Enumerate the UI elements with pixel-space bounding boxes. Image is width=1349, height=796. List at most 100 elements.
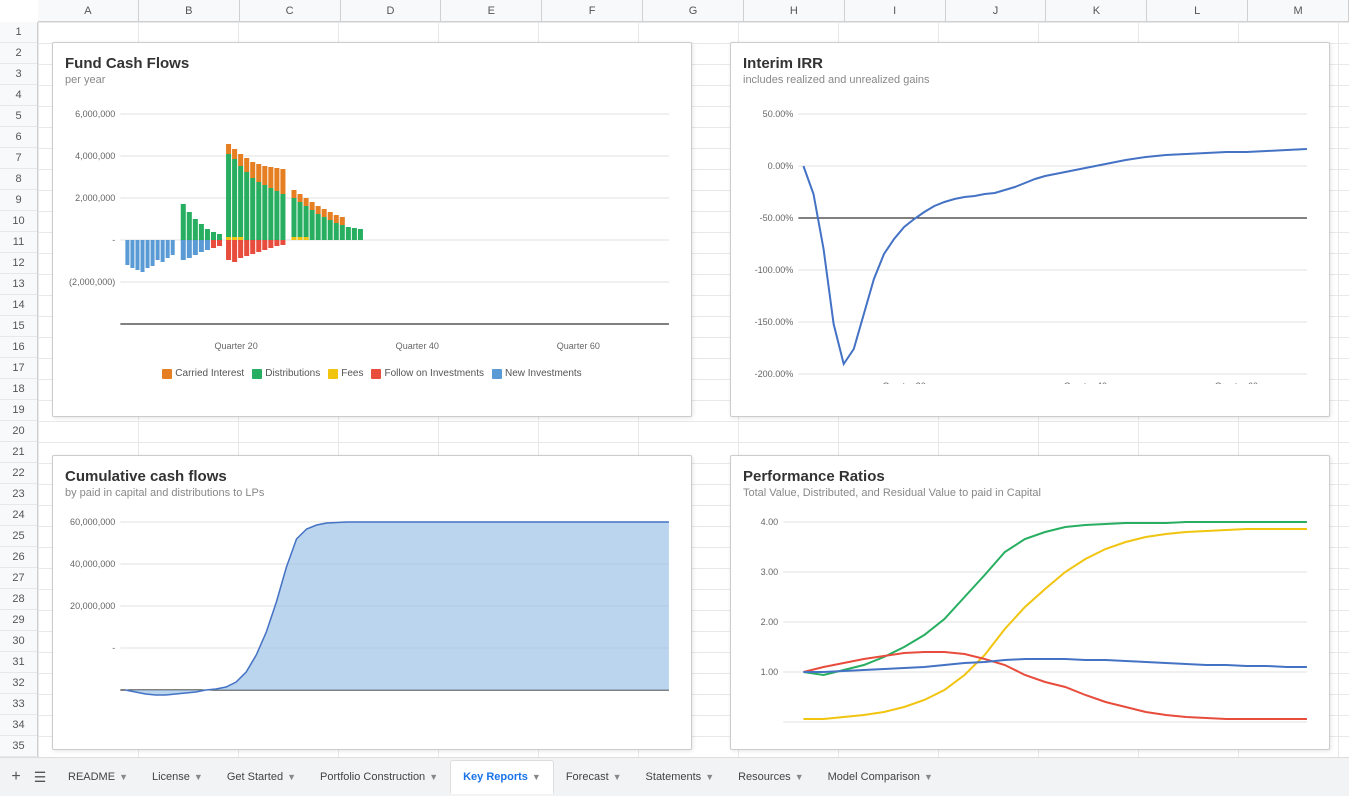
performance-ratios-chart: Performance Ratios Total Value, Distribu… bbox=[730, 455, 1330, 750]
svg-text:Quarter 60: Quarter 60 bbox=[557, 341, 600, 351]
row-27: 27 bbox=[0, 568, 37, 589]
tab-bar: + ☰ README ▼ License ▼ Get Started ▼ Por… bbox=[0, 757, 1349, 796]
row-13: 13 bbox=[0, 274, 37, 295]
perf-title: Performance Ratios bbox=[743, 468, 1317, 485]
row-11: 11 bbox=[0, 232, 37, 253]
tab-forecast-label: Forecast bbox=[566, 771, 609, 783]
col-a: A bbox=[38, 0, 139, 21]
tab-get-started-label: Get Started bbox=[227, 771, 283, 783]
row-4: 4 bbox=[0, 85, 37, 106]
row-32: 32 bbox=[0, 673, 37, 694]
tab-resources-label: Resources bbox=[738, 771, 791, 783]
row-28: 28 bbox=[0, 589, 37, 610]
legend-carried-interest-label: Carried Interest bbox=[175, 368, 244, 379]
tab-license-label: License bbox=[152, 771, 190, 783]
col-f: F bbox=[542, 0, 643, 21]
legend-follow-on-label: Follow on Investments bbox=[384, 368, 484, 379]
svg-text:-: - bbox=[112, 235, 115, 245]
add-sheet-button[interactable]: + bbox=[4, 765, 28, 789]
svg-text:-50.00%: -50.00% bbox=[760, 213, 794, 223]
row-17: 17 bbox=[0, 358, 37, 379]
row-26: 26 bbox=[0, 547, 37, 568]
row-35: 35 bbox=[0, 736, 37, 757]
svg-text:6,000,000: 6,000,000 bbox=[75, 109, 115, 119]
row-6: 6 bbox=[0, 127, 37, 148]
svg-text:1.00: 1.00 bbox=[761, 667, 779, 677]
row-29: 29 bbox=[0, 610, 37, 631]
tab-statements[interactable]: Statements ▼ bbox=[634, 760, 727, 794]
tab-model-comparison[interactable]: Model Comparison ▼ bbox=[816, 760, 945, 794]
column-headers: A B C D E F G H I J K L M bbox=[38, 0, 1349, 22]
spreadsheet: A B C D E F G H I J K L M 1 2 3 4 5 6 7 … bbox=[0, 0, 1349, 757]
col-k: K bbox=[1046, 0, 1147, 21]
svg-text:4.00: 4.00 bbox=[761, 517, 779, 527]
col-g: G bbox=[643, 0, 744, 21]
tab-portfolio-construction-label: Portfolio Construction bbox=[320, 771, 425, 783]
tab-key-reports[interactable]: Key Reports ▼ bbox=[450, 760, 554, 794]
svg-text:-100.00%: -100.00% bbox=[755, 265, 794, 275]
row-33: 33 bbox=[0, 694, 37, 715]
row-25: 25 bbox=[0, 526, 37, 547]
legend-fees-label: Fees bbox=[341, 368, 363, 379]
tab-license[interactable]: License ▼ bbox=[140, 760, 215, 794]
tab-readme[interactable]: README ▼ bbox=[56, 760, 140, 794]
legend-fees-color bbox=[328, 369, 338, 379]
tab-portfolio-construction[interactable]: Portfolio Construction ▼ bbox=[308, 760, 450, 794]
legend-distributions-color bbox=[252, 369, 262, 379]
row-12: 12 bbox=[0, 253, 37, 274]
cum-title: Cumulative cash flows bbox=[65, 468, 679, 485]
row-10: 10 bbox=[0, 211, 37, 232]
row-15: 15 bbox=[0, 316, 37, 337]
row-24: 24 bbox=[0, 505, 37, 526]
interim-irr-chart: Interim IRR includes realized and unreal… bbox=[730, 42, 1330, 417]
row-1: 1 bbox=[0, 22, 37, 43]
row-20: 20 bbox=[0, 421, 37, 442]
tab-forecast-arrow: ▼ bbox=[613, 772, 622, 782]
svg-text:50.00%: 50.00% bbox=[763, 109, 794, 119]
legend-distributions: Distributions bbox=[252, 368, 320, 379]
svg-text:2.00: 2.00 bbox=[761, 617, 779, 627]
svg-text:(2,000,000): (2,000,000) bbox=[69, 277, 115, 287]
row-21: 21 bbox=[0, 442, 37, 463]
legend-follow-on: Follow on Investments bbox=[371, 368, 484, 379]
tab-forecast[interactable]: Forecast ▼ bbox=[554, 760, 634, 794]
tab-resources-arrow: ▼ bbox=[795, 772, 804, 782]
fund-cash-flows-chart: Fund Cash Flows per year 6,000,000 4,000… bbox=[52, 42, 692, 417]
tab-statements-label: Statements bbox=[646, 771, 702, 783]
legend-distributions-label: Distributions bbox=[265, 368, 320, 379]
tab-model-comparison-label: Model Comparison bbox=[828, 771, 920, 783]
cum-subtitle: by paid in capital and distributions to … bbox=[65, 487, 679, 499]
legend-new-investments-label: New Investments bbox=[505, 368, 582, 379]
row-23: 23 bbox=[0, 484, 37, 505]
legend-new-investments-color bbox=[492, 369, 502, 379]
svg-text:2,000,000: 2,000,000 bbox=[75, 193, 115, 203]
row-9: 9 bbox=[0, 190, 37, 211]
svg-text:Quarter 40: Quarter 40 bbox=[396, 341, 439, 351]
fcf-title: Fund Cash Flows bbox=[65, 55, 679, 72]
svg-text:Quarter 40: Quarter 40 bbox=[1064, 381, 1107, 384]
row-34: 34 bbox=[0, 715, 37, 736]
legend-fees: Fees bbox=[328, 368, 363, 379]
row-22: 22 bbox=[0, 463, 37, 484]
svg-text:60,000,000: 60,000,000 bbox=[70, 517, 115, 527]
tab-resources[interactable]: Resources ▼ bbox=[726, 760, 816, 794]
row-8: 8 bbox=[0, 169, 37, 190]
tab-get-started[interactable]: Get Started ▼ bbox=[215, 760, 308, 794]
svg-text:0.00%: 0.00% bbox=[768, 161, 794, 171]
sheet-menu-button[interactable]: ☰ bbox=[28, 765, 52, 789]
legend-new-investments: New Investments bbox=[492, 368, 582, 379]
col-e: E bbox=[441, 0, 542, 21]
irr-subtitle: includes realized and unrealized gains bbox=[743, 74, 1317, 86]
tab-model-comparison-arrow: ▼ bbox=[924, 772, 933, 782]
row-numbers: 1 2 3 4 5 6 7 8 9 10 11 12 13 14 15 16 1… bbox=[0, 22, 38, 757]
tab-statements-arrow: ▼ bbox=[705, 772, 714, 782]
row-5: 5 bbox=[0, 106, 37, 127]
row-7: 7 bbox=[0, 148, 37, 169]
fcf-legend: Carried Interest Distributions Fees Foll… bbox=[65, 368, 679, 379]
svg-text:Quarter 20: Quarter 20 bbox=[882, 381, 925, 384]
svg-text:-200.00%: -200.00% bbox=[755, 369, 794, 379]
col-i: I bbox=[845, 0, 946, 21]
col-l: L bbox=[1147, 0, 1248, 21]
row-3: 3 bbox=[0, 64, 37, 85]
svg-text:-150.00%: -150.00% bbox=[755, 317, 794, 327]
